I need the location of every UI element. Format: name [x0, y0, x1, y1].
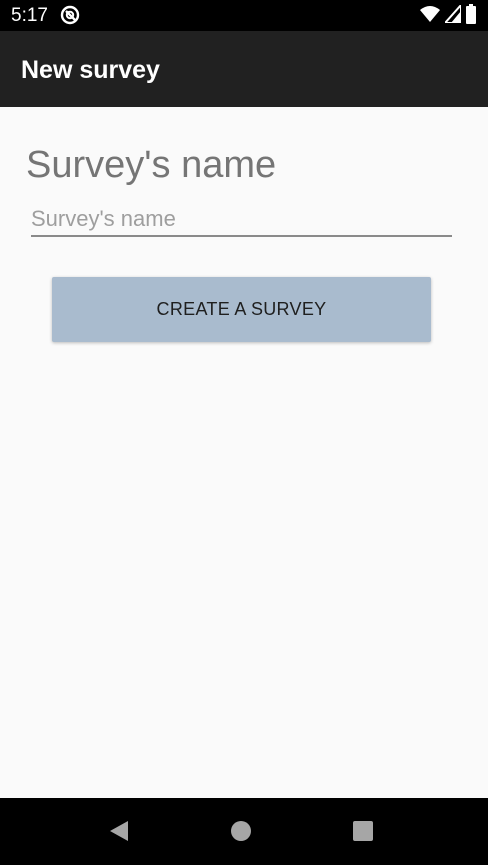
app-bar: New survey [0, 31, 488, 107]
new-survey-form: Survey's name CREATE A SURVEY [0, 107, 488, 798]
status-bar: 5:17 [0, 0, 488, 31]
page-title: New survey [21, 56, 160, 84]
survey-name-input[interactable] [31, 203, 452, 237]
recents-icon[interactable] [350, 818, 376, 844]
survey-name-heading: Survey's name [26, 144, 277, 186]
back-icon[interactable] [106, 818, 132, 844]
signal-icon [442, 1, 462, 28]
app-notification-icon [60, 5, 80, 25]
status-time: 5:17 [11, 5, 48, 26]
navigation-bar [0, 798, 488, 865]
status-icons [420, 1, 476, 29]
create-survey-button[interactable]: CREATE A SURVEY [52, 277, 431, 342]
battery-icon [466, 3, 476, 29]
home-icon[interactable] [228, 818, 254, 844]
wifi-icon [420, 5, 440, 28]
